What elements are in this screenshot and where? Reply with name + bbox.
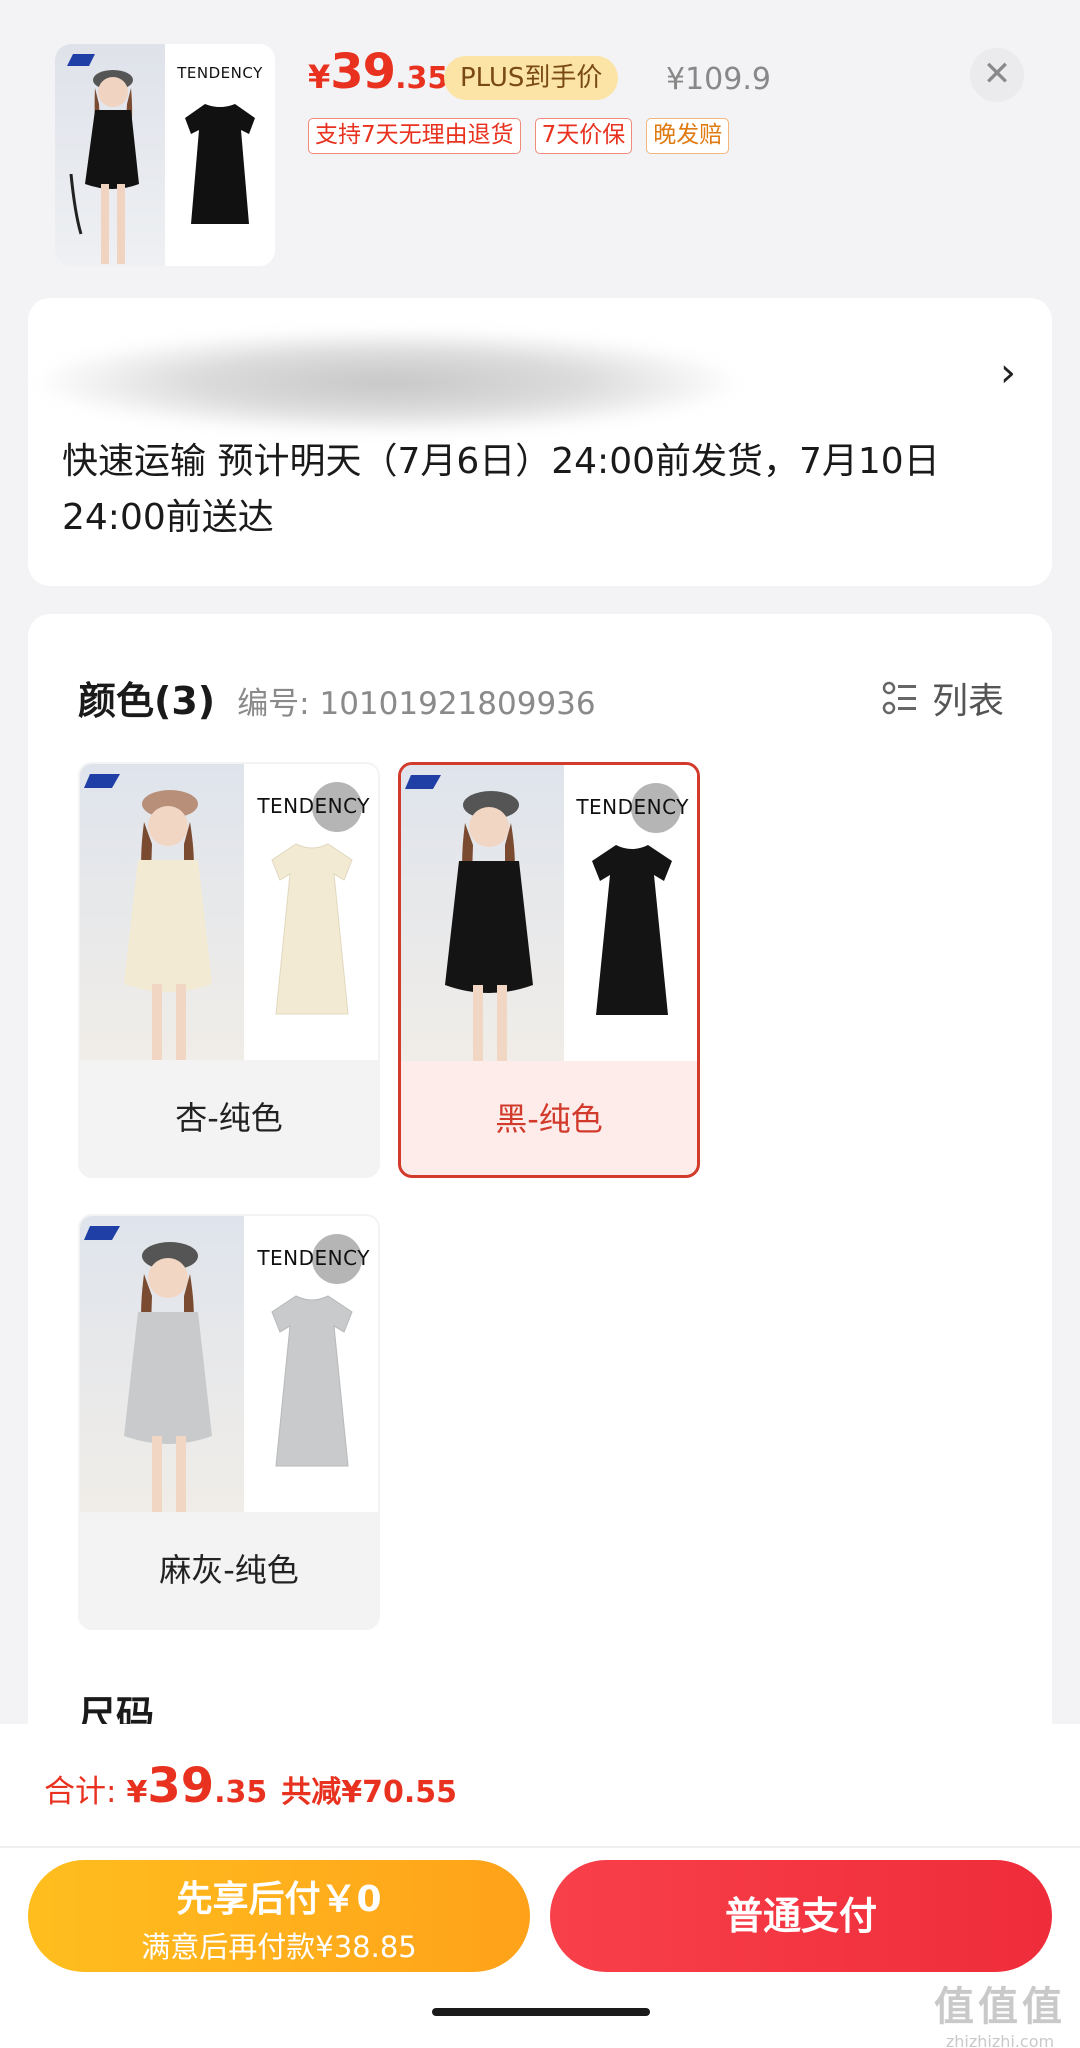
total-label: 合计: — [44, 1774, 117, 1810]
color-option-gray[interactable]: TENDENCY 麻灰-纯色 — [78, 1214, 380, 1630]
pay-later-button[interactable]: 先享后付￥0 满意后再付款¥38.85 — [28, 1860, 530, 1972]
price: ¥ 39 .35 — [308, 44, 448, 100]
total-currency: ¥ — [126, 1775, 148, 1810]
pay-later-subtitle: 满意后再付款¥38.85 — [141, 1930, 417, 1964]
product-photo: TENDENCY — [563, 765, 697, 1061]
sku-code: 编号: 10101921809936 — [237, 686, 596, 722]
blurred-address — [38, 330, 738, 434]
product-photo: TENDENCY — [243, 1216, 378, 1512]
color-option-black[interactable]: TENDENCY 黑-纯色 — [398, 762, 700, 1178]
color-option-apricot[interactable]: TENDENCY 杏-纯色 — [78, 762, 380, 1178]
total-integer: 39 — [147, 1758, 215, 1814]
list-label: 列表 — [931, 681, 1004, 722]
total-summary: 合计: ¥ 39 .35 共减¥70.55 — [44, 1758, 457, 1814]
list-icon — [882, 681, 916, 715]
model-photo — [401, 765, 564, 1061]
home-indicator[interactable] — [432, 2008, 650, 2016]
product-photo: TENDENCY — [165, 44, 275, 266]
original-price: ¥109.9 — [666, 62, 771, 97]
price-decimal: .35 — [395, 61, 449, 96]
option-label: 黑-纯色 — [495, 1100, 603, 1138]
model-photo — [80, 764, 244, 1060]
address-card[interactable]: › 快速运输 预计明天（7月6日）24:00前发货，7月10日24:00前送达 — [28, 298, 1052, 586]
close-button[interactable]: ✕ — [970, 48, 1024, 102]
plus-price-badge: PLUS到手价 — [444, 56, 619, 100]
price-integer: 39 — [330, 44, 396, 100]
shipping-estimate: 快速运输 预计明天（7月6日）24:00前发货，7月10日24:00前送达 — [62, 441, 940, 538]
model-photo — [80, 1216, 244, 1512]
option-label: 麻灰-纯色 — [159, 1551, 299, 1589]
list-view-toggle[interactable]: 列表 — [882, 672, 1004, 724]
chevron-right-icon[interactable]: › — [1000, 350, 1016, 396]
color-title: 颜色(3) — [78, 679, 216, 723]
divider — [0, 1846, 1080, 1848]
watermark-url: zhizhizhi.com — [945, 2032, 1055, 2048]
option-image: TENDENCY — [401, 765, 697, 1061]
option-image: TENDENCY — [80, 764, 378, 1060]
tag-price-protect: 7天价保 — [534, 118, 633, 154]
total-discount: 共减¥70.55 — [281, 1775, 458, 1810]
product-photo: TENDENCY — [243, 764, 378, 1060]
option-image: TENDENCY — [80, 1216, 378, 1512]
service-tags: 支持7天无理由退货 7天价保 晚发赔 — [308, 118, 730, 154]
product-thumbnail[interactable]: TENDENCY — [55, 44, 275, 266]
watermark: 值值值 zhizhizhi.com — [934, 1974, 1066, 2048]
normal-pay-button[interactable]: 普通支付 — [550, 1860, 1052, 1972]
model-photo — [55, 44, 165, 266]
checkout-bar: 合计: ¥ 39 .35 共减¥70.55 先享后付￥0 满意后再付款¥38.8… — [0, 1724, 1080, 2048]
tag-return-policy: 支持7天无理由退货 — [308, 118, 521, 154]
product-header: TENDENCY ¥ 39 .35 PLUS到手价 ¥109.9 ✕ 支持7天无… — [0, 0, 1080, 290]
pay-later-title: 先享后付￥0 — [176, 1879, 382, 1920]
color-header: 颜色(3) 编号: 10101921809936 — [78, 670, 596, 725]
price-currency: ¥ — [308, 58, 331, 96]
total-decimal: .35 — [214, 1775, 268, 1810]
option-label: 杏-纯色 — [175, 1099, 283, 1137]
watermark-logo: 值值值 — [934, 1984, 1066, 2030]
tag-late-compensation: 晚发赔 — [646, 118, 730, 154]
